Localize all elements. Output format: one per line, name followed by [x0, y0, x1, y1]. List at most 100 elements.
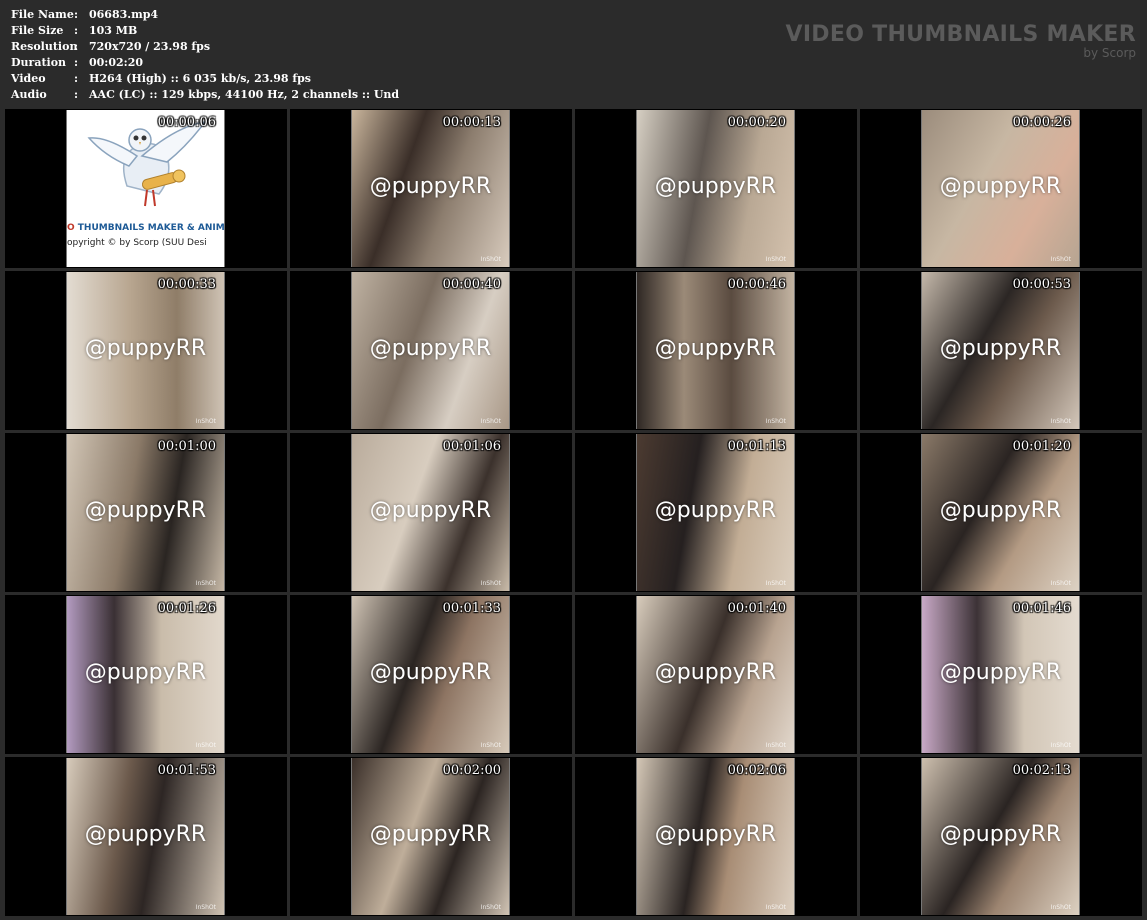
meta-label: Audio	[11, 88, 47, 101]
thumbnail-cell: @puppyRR InShOt 00:02:13	[860, 757, 1142, 916]
thumbnail-cell: O THUMBNAILS MAKER & ANIM opyright © by S…	[5, 109, 287, 268]
watermark-text: @puppyRR	[654, 498, 777, 523]
video-frame-thumbnail: @puppyRR InShOt 00:00:53	[921, 272, 1080, 429]
thumbnail-cell: @puppyRR InShOt 00:02:06	[575, 757, 857, 916]
watermark-text: @puppyRR	[369, 660, 492, 685]
meta-sep: :	[74, 88, 79, 101]
meta-row: File Size:103 MB	[11, 23, 399, 39]
meta-sep: :	[74, 72, 79, 85]
meta-label: File Name	[11, 8, 74, 21]
video-frame-thumbnail: @puppyRR InShOt 00:00:20	[636, 110, 795, 267]
watermark-text: @puppyRR	[84, 822, 207, 847]
watermark-text: @puppyRR	[84, 660, 207, 685]
meta-row: File Name:06683.mp4	[11, 7, 399, 23]
inshot-watermark: InShOt	[765, 742, 786, 749]
owl-logo-icon	[87, 116, 207, 212]
meta-sep: :	[74, 40, 79, 53]
meta-value: 103 MB	[89, 24, 138, 37]
timestamp: 00:01:06	[442, 439, 501, 454]
video-frame-thumbnail: @puppyRR InShOt 00:00:33	[66, 272, 225, 429]
watermark-text: @puppyRR	[654, 660, 777, 685]
video-frame-thumbnail: @puppyRR InShOt 00:01:33	[351, 596, 510, 753]
watermark-text: @puppyRR	[84, 498, 207, 523]
thumbnail-cell: @puppyRR InShOt 00:02:00	[290, 757, 572, 916]
watermark-text: @puppyRR	[939, 174, 1062, 199]
thumbnail-cell: @puppyRR InShOt 00:01:26	[5, 595, 287, 754]
inshot-watermark: InShOt	[195, 418, 216, 425]
video-frame-thumbnail: @puppyRR InShOt 00:00:13	[351, 110, 510, 267]
meta-label: Duration	[11, 56, 67, 69]
inshot-watermark: InShOt	[1050, 580, 1071, 587]
inshot-watermark: InShOt	[480, 256, 501, 263]
video-frame-thumbnail: @puppyRR InShOt 00:01:46	[921, 596, 1080, 753]
meta-row: Duration:00:02:20	[11, 55, 399, 71]
timestamp: 00:00:33	[157, 277, 216, 292]
logo-text: O THUMBNAILS MAKER & ANIM	[67, 223, 225, 233]
thumbnail-cell: @puppyRR InShOt 00:00:40	[290, 271, 572, 430]
meta-value: 00:02:20	[89, 56, 144, 69]
watermark-text: @puppyRR	[939, 660, 1062, 685]
thumbnail-grid: O THUMBNAILS MAKER & ANIM opyright © by S…	[5, 109, 1142, 916]
meta-row: Audio: AAC (LC) :: 129 kbps, 44100 Hz, 2 …	[11, 87, 399, 103]
logo-copyright: opyright © by Scorp (SUU Desi	[67, 238, 207, 248]
inshot-watermark: InShOt	[765, 256, 786, 263]
watermark-text: @puppyRR	[369, 822, 492, 847]
watermark-text: @puppyRR	[939, 336, 1062, 361]
brand-subtitle: by Scorp	[1083, 46, 1136, 60]
timestamp: 00:01:33	[442, 601, 501, 616]
timestamp: 00:01:26	[157, 601, 216, 616]
inshot-watermark: InShOt	[195, 742, 216, 749]
timestamp: 00:01:53	[157, 763, 216, 778]
inshot-watermark: InShOt	[1050, 904, 1071, 911]
meta-sep: :	[74, 8, 79, 21]
thumbnail-cell: @puppyRR InShOt 00:01:40	[575, 595, 857, 754]
video-frame-thumbnail: @puppyRR InShOt 00:01:40	[636, 596, 795, 753]
meta-value: 06683.mp4	[89, 8, 159, 21]
inshot-watermark: InShOt	[480, 742, 501, 749]
inshot-watermark: InShOt	[195, 580, 216, 587]
video-frame-thumbnail: @puppyRR InShOt 00:01:20	[921, 434, 1080, 591]
thumbnail-cell: @puppyRR InShOt 00:00:20	[575, 109, 857, 268]
timestamp: 00:02:06	[727, 763, 786, 778]
timestamp: 00:00:40	[442, 277, 501, 292]
inshot-watermark: InShOt	[1050, 256, 1071, 263]
timestamp: 00:02:13	[1012, 763, 1071, 778]
timestamp: 00:00:53	[1012, 277, 1071, 292]
watermark-text: @puppyRR	[369, 498, 492, 523]
brand: VIDEO THUMBNAILS MAKER by Scorp	[786, 22, 1137, 59]
file-metadata: File Name:06683.mp4 File Size:103 MB Resol…	[11, 7, 399, 103]
video-frame-thumbnail: @puppyRR InShOt 00:00:26	[921, 110, 1080, 267]
timestamp: 00:00:26	[1012, 115, 1071, 130]
thumbnail-cell: @puppyRR InShOt 00:01:33	[290, 595, 572, 754]
brand-title: VIDEO THUMBNAILS MAKER	[785, 22, 1136, 47]
video-frame-thumbnail: @puppyRR InShOt 00:02:00	[351, 758, 510, 915]
inshot-watermark: InShOt	[765, 580, 786, 587]
video-frame-thumbnail: @puppyRR InShOt 00:01:00	[66, 434, 225, 591]
thumbnail-cell: @puppyRR InShOt 00:01:20	[860, 433, 1142, 592]
inshot-watermark: InShOt	[480, 418, 501, 425]
timestamp: 00:00:20	[727, 115, 786, 130]
timestamp: 00:02:00	[442, 763, 501, 778]
inshot-watermark: InShOt	[195, 904, 216, 911]
timestamp: 00:01:46	[1012, 601, 1071, 616]
timestamp: 00:01:40	[727, 601, 786, 616]
inshot-watermark: InShOt	[480, 580, 501, 587]
meta-sep: :	[74, 56, 79, 69]
header: File Name:06683.mp4 File Size:103 MB Resol…	[0, 0, 1147, 108]
meta-sep: :	[74, 24, 79, 37]
watermark-text: @puppyRR	[84, 336, 207, 361]
thumbnail-cell: @puppyRR InShOt 00:01:53	[5, 757, 287, 916]
video-frame-thumbnail: @puppyRR InShOt 00:01:13	[636, 434, 795, 591]
timestamp: 00:00:46	[727, 277, 786, 292]
timestamp: 00:01:00	[157, 439, 216, 454]
meta-label: Video	[11, 72, 46, 85]
thumbnail-cell: @puppyRR InShOt 00:01:13	[575, 433, 857, 592]
video-frame-thumbnail: @puppyRR InShOt 00:00:46	[636, 272, 795, 429]
video-frame-thumbnail: @puppyRR InShOt 00:02:06	[636, 758, 795, 915]
timestamp: 00:01:13	[727, 439, 786, 454]
watermark-text: @puppyRR	[939, 498, 1062, 523]
video-frame-thumbnail: @puppyRR InShOt 00:01:53	[66, 758, 225, 915]
thumbnail-cell: @puppyRR InShOt 00:00:13	[290, 109, 572, 268]
meta-value: AAC (LC) :: 129 kbps, 44100 Hz, 2 channe…	[89, 88, 400, 101]
watermark-text: @puppyRR	[654, 336, 777, 361]
